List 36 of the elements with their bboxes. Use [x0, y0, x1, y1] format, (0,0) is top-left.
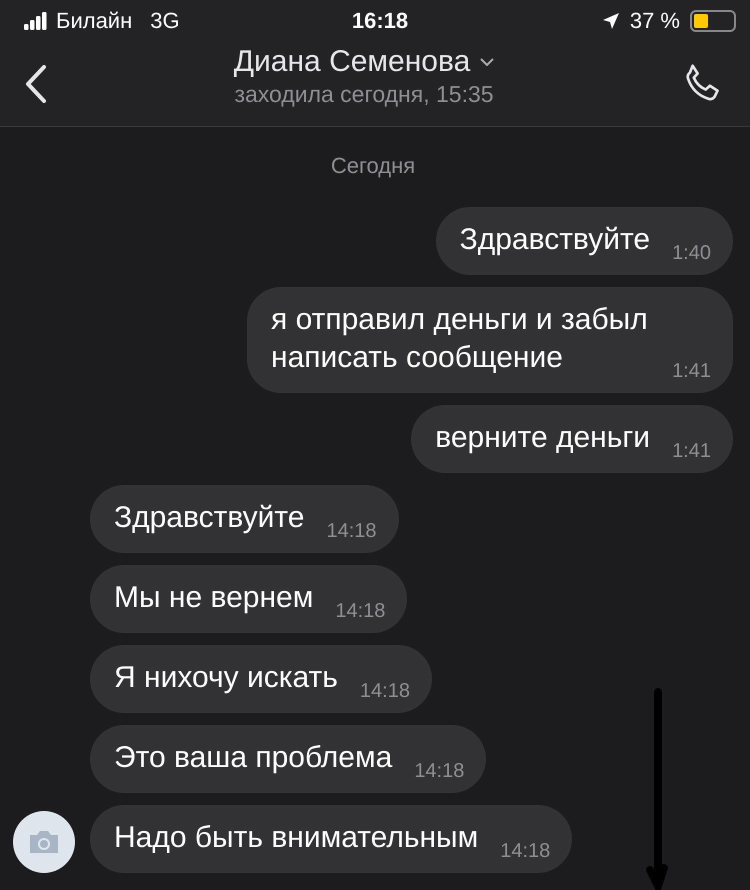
clock-time: 16:18	[352, 8, 408, 34]
message-time: 1:40	[672, 242, 711, 265]
message-time: 14:18	[414, 760, 464, 783]
message-text: Здравствуйте	[114, 500, 304, 536]
message-text: верните деньги	[435, 420, 650, 456]
message-time: 14:18	[360, 680, 410, 703]
message-bubble[interactable]: я отправил деньги и забыл написать сообщение 1:41	[247, 287, 733, 393]
message-bubble[interactable]: Надо быть внимательным 14:18	[90, 805, 572, 873]
message-bubble[interactable]: Здравствуйте 1:40	[436, 207, 733, 275]
battery-percent: 37 %	[630, 8, 680, 34]
location-arrow-icon	[602, 12, 620, 30]
message-time: 1:41	[672, 440, 711, 463]
message-text: Я нихочу искать	[114, 660, 338, 696]
message-time: 1:41	[672, 360, 711, 383]
message-bubble[interactable]: Это ваша проблема 14:18	[90, 725, 486, 793]
chevron-down-icon[interactable]	[480, 58, 494, 66]
message-text: Мы не вернем	[114, 580, 314, 616]
back-icon[interactable]	[24, 64, 48, 104]
message-text: я отправил деньги и забыл написать сообщение	[271, 302, 649, 376]
message-time: 14:18	[326, 520, 377, 543]
signal-icon	[24, 12, 48, 30]
contact-name[interactable]: Диана Семенова	[234, 44, 470, 78]
date-separator: Сегодня	[330, 153, 416, 179]
message-time: 14:18	[500, 840, 550, 863]
message-time: 14:18	[335, 600, 386, 623]
carrier-name: Билайн	[56, 8, 132, 34]
message-bubble[interactable]: Здравствуйте 14:18	[90, 485, 399, 553]
message-text: Здравствуйте	[460, 222, 650, 258]
network-type: 3G	[150, 8, 180, 34]
message-bubble[interactable]: верните деньги 1:41	[411, 405, 733, 473]
message-bubble[interactable]: Я нихочу искать 14:18	[90, 645, 432, 713]
message-text: Надо быть внимательным	[114, 820, 478, 856]
battery-icon	[690, 10, 736, 32]
last-seen-status: заходила сегодня, 15:35	[234, 80, 494, 108]
message-text: Это ваша проблема	[114, 740, 392, 776]
message-bubble[interactable]: Мы не вернем 14:18	[90, 565, 408, 633]
